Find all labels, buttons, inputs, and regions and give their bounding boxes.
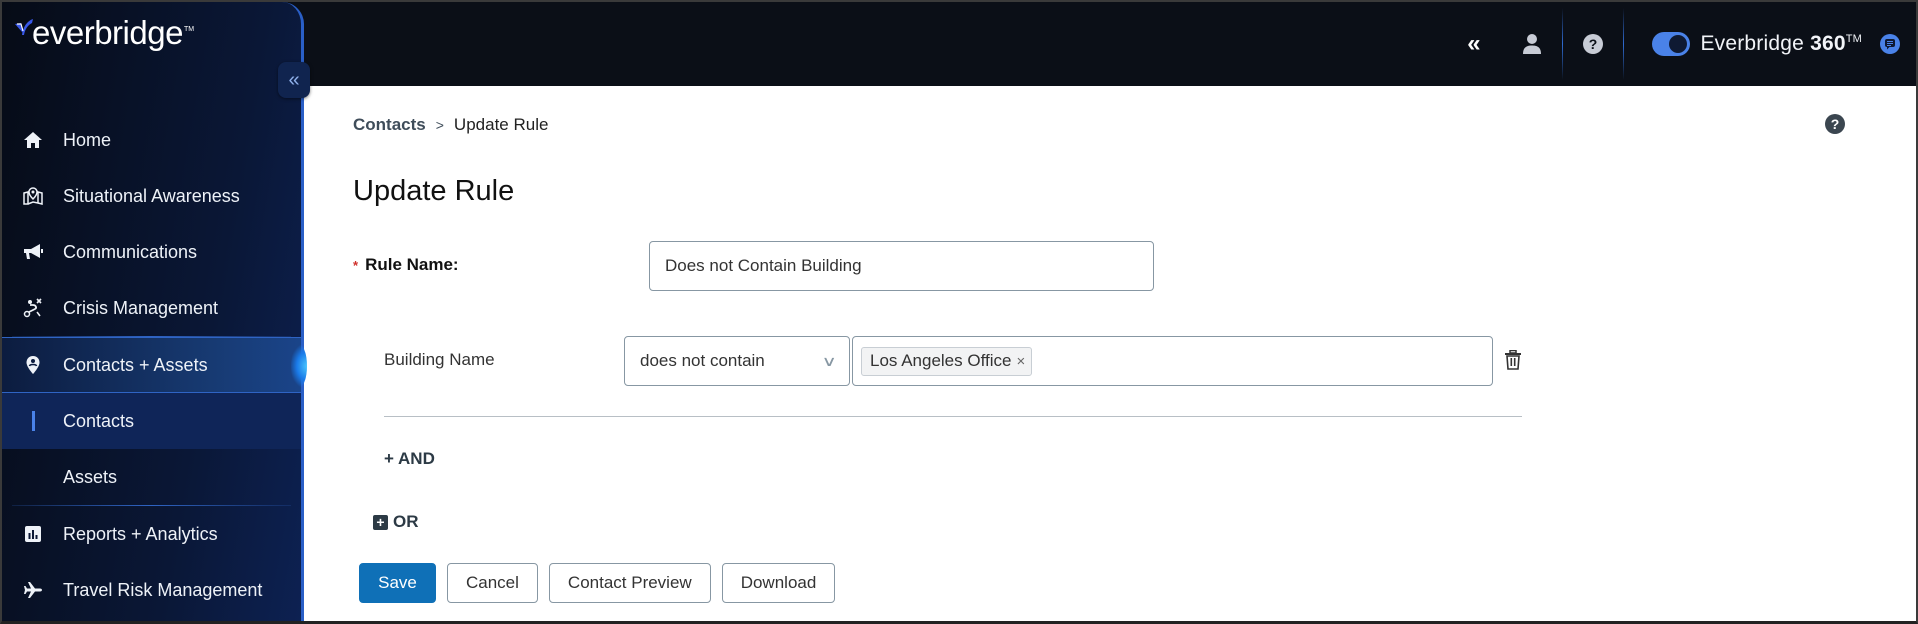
help-icon: ?	[1825, 114, 1845, 134]
sidebar-item-label: Crisis Management	[63, 297, 219, 318]
header-actions: « ? Everbridge 360TM	[1442, 2, 1916, 86]
add-and-condition-button[interactable]: + AND	[384, 449, 435, 469]
double-chevron-left-icon: «	[1467, 30, 1480, 57]
sidebar-item-communications[interactable]: Communications	[2, 224, 301, 280]
remove-tag-icon[interactable]: ×	[1016, 353, 1025, 370]
sidebar-item-label: Travel Risk Management	[63, 579, 263, 600]
user-icon	[1523, 34, 1542, 54]
operator-value: does not contain	[640, 351, 765, 370]
cancel-button[interactable]: Cancel	[447, 563, 538, 603]
product-suffix: 360	[1810, 32, 1846, 55]
everbridge-360-toggle[interactable]	[1652, 32, 1691, 56]
sidebar-item-label: Home	[63, 129, 112, 150]
breadcrumb-separator: >	[435, 117, 444, 133]
trademark: TM	[1845, 33, 1862, 45]
sidebar-item-label: Reports + Analytics	[63, 523, 218, 544]
svg-text:?: ?	[1589, 36, 1598, 52]
breadcrumb-contacts-link[interactable]: Contacts	[353, 115, 426, 135]
page-title: Update Rule	[353, 175, 515, 207]
chevron-down-icon: ∨	[821, 352, 837, 369]
delete-condition-button[interactable]	[1505, 349, 1525, 372]
svg-text:?: ?	[1831, 116, 1840, 132]
value-tag: Los Angeles Office ×	[861, 346, 1033, 376]
everbridge-logo-mark-icon	[15, 19, 33, 35]
add-or-group-button[interactable]: + OR	[373, 512, 419, 532]
plus-square-icon: +	[373, 514, 388, 530]
condition-divider	[384, 416, 1522, 417]
collapse-all-button[interactable]: «	[1442, 2, 1502, 86]
sidebar-item-reports-analytics[interactable]: Reports + Analytics	[2, 506, 301, 562]
sidebar-item-label: Communications	[63, 241, 198, 262]
sidebar-item-label: Situational Awareness	[63, 185, 240, 206]
breadcrumb-current: Update Rule	[453, 115, 549, 134]
help-button[interactable]: ?	[1563, 2, 1623, 86]
map-pin-icon	[22, 185, 44, 207]
or-label: OR	[393, 512, 419, 531]
main-content: Contacts > Update Rule ? Update Rule * R…	[304, 86, 1916, 621]
logo-trademark: TM	[183, 26, 195, 33]
everbridge-logo[interactable]: everbridge TM	[14, 16, 194, 49]
sidebar-subitem-contacts[interactable]: Contacts	[2, 393, 301, 449]
condition-values-input[interactable]: Los Angeles Office ×	[852, 336, 1493, 386]
toggle-knob	[1669, 35, 1688, 53]
chat-icon	[1885, 39, 1895, 50]
sidebar-subitem-label: Contacts	[63, 410, 135, 431]
help-icon: ?	[1583, 34, 1604, 54]
bar-chart-icon	[22, 523, 44, 545]
trash-icon	[1505, 349, 1521, 370]
double-chevron-left-icon: «	[288, 68, 300, 91]
sidebar-subitem-label: Assets	[63, 466, 118, 487]
product-name: Everbridge	[1700, 32, 1805, 55]
app-window: « ? Everbridge 360TM everbridge TM Home …	[0, 0, 1918, 624]
sidebar-item-contacts-assets[interactable]: Contacts + Assets	[2, 337, 307, 393]
value-tag-label: Los Angeles Office	[870, 351, 1012, 370]
sidebar-nav: Home Situational Awareness Communication…	[2, 112, 307, 618]
sidebar-item-crisis-management[interactable]: Crisis Management	[2, 280, 301, 336]
save-button[interactable]: Save	[359, 563, 436, 603]
location-person-icon	[22, 354, 44, 376]
route-icon	[22, 297, 44, 319]
everbridge-360-switch: Everbridge 360TM	[1624, 2, 1916, 86]
sidebar-collapse-button[interactable]: «	[278, 62, 310, 98]
condition-field-label: Building Name	[384, 350, 495, 369]
download-button[interactable]: Download	[721, 563, 836, 603]
condition-operator-select[interactable]: does not contain ∨	[624, 336, 850, 386]
user-profile-button[interactable]	[1502, 2, 1562, 86]
rule-name-label: * Rule Name:	[353, 255, 459, 275]
sidebar-item-label: Contacts + Assets	[63, 354, 208, 375]
home-icon	[22, 129, 44, 151]
megaphone-icon	[22, 241, 44, 263]
sidebar-item-travel-risk-management[interactable]: Travel Risk Management	[2, 562, 301, 618]
rule-name-input[interactable]	[649, 241, 1154, 291]
chat-button[interactable]	[1880, 34, 1900, 54]
page-help-button[interactable]: ?	[1824, 113, 1846, 135]
sidebar: everbridge TM Home Situational Awareness…	[2, 2, 307, 621]
sidebar-item-situational-awareness[interactable]: Situational Awareness	[2, 168, 301, 224]
form-actions: Save Cancel Contact Preview Download	[359, 563, 836, 603]
everbridge-360-label: Everbridge 360TM	[1700, 32, 1862, 56]
airplane-icon	[22, 579, 44, 601]
logo-text: everbridge	[32, 14, 183, 51]
sidebar-item-home[interactable]: Home	[2, 112, 301, 168]
contact-preview-button[interactable]: Contact Preview	[548, 563, 711, 603]
rule-name-label-text: Rule Name:	[365, 255, 459, 274]
required-marker: *	[353, 257, 359, 273]
sidebar-subitem-assets[interactable]: Assets	[2, 449, 301, 505]
breadcrumb: Contacts > Update Rule	[353, 115, 548, 135]
